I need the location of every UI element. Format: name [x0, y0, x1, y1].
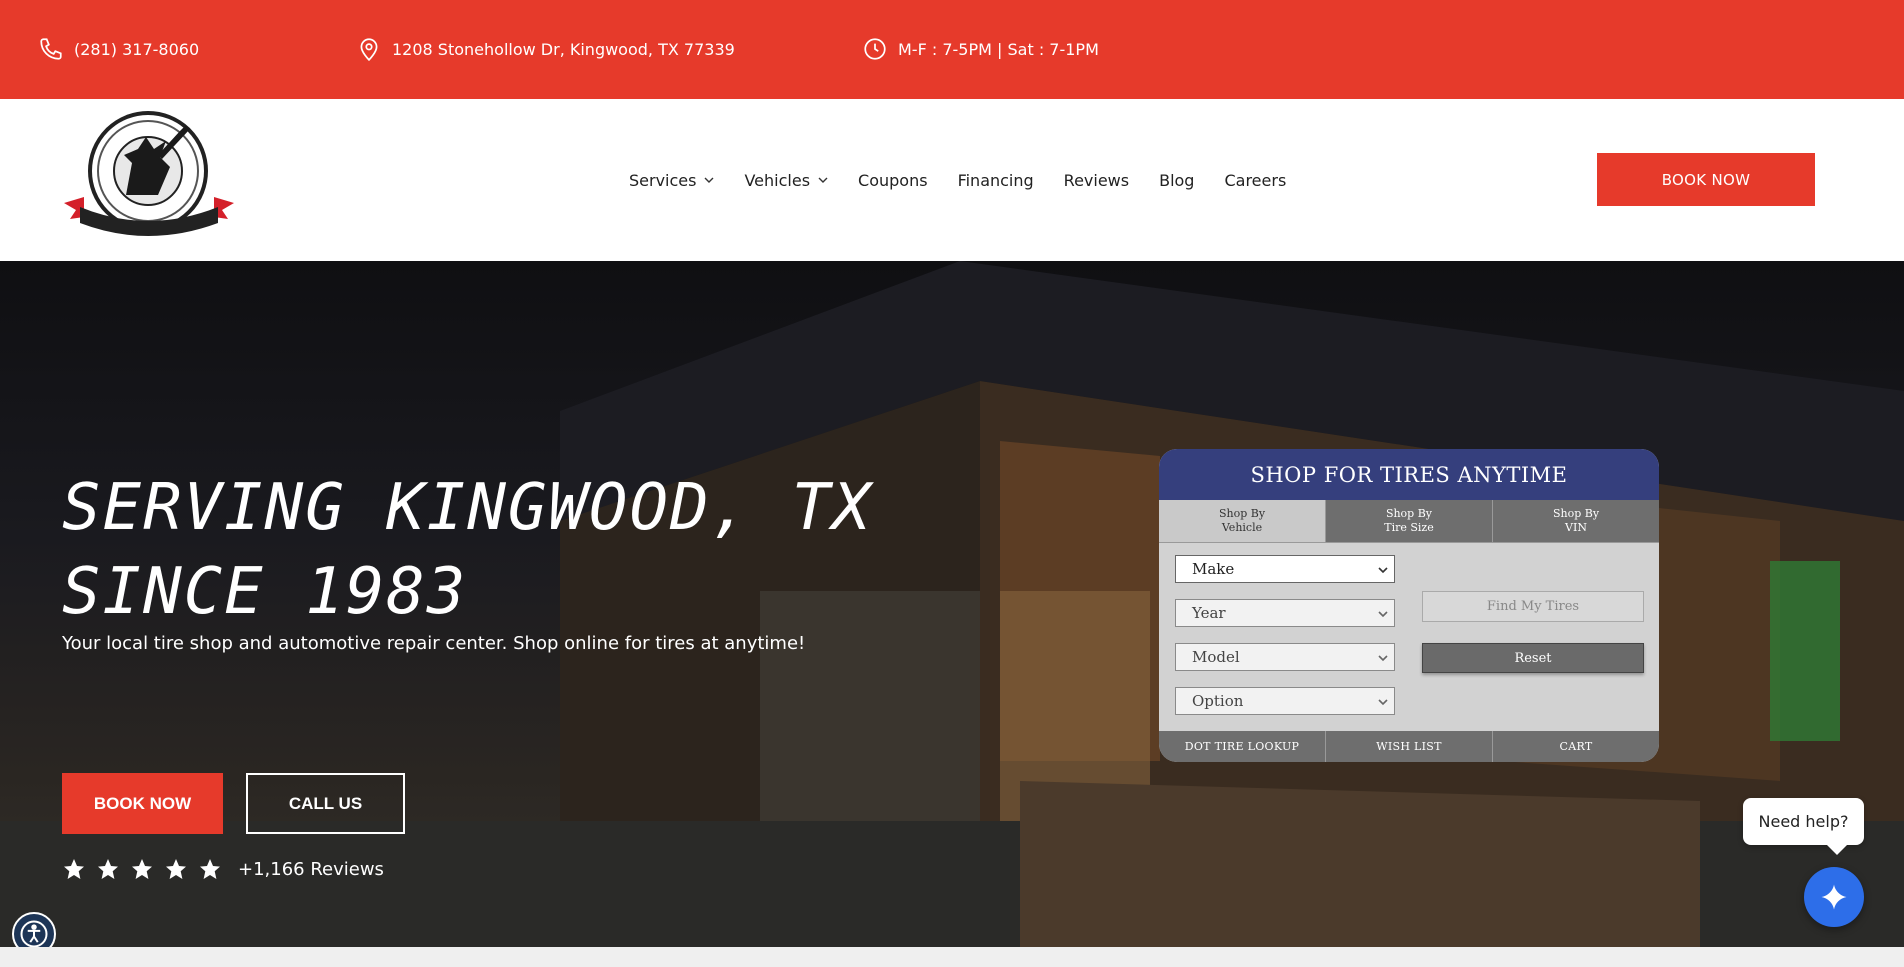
hero-book-now-button[interactable]: BOOK NOW — [62, 773, 223, 834]
hero-title-line-1: SERVING KINGWOOD, TX — [62, 471, 873, 545]
hero-title: SERVING KINGWOOD, TX SINCE 1983 — [62, 466, 962, 634]
chevron-down-icon — [1378, 611, 1388, 618]
nav-services[interactable]: Services — [629, 171, 714, 190]
star-icon — [64, 859, 84, 879]
tab-shop-by-tire-size[interactable]: Shop By Tire Size — [1325, 500, 1492, 542]
chevron-down-icon — [818, 177, 828, 183]
tire-shop-widget: SHOP FOR TIRES ANYTIME Shop By Vehicle Sh… — [1159, 449, 1659, 762]
nav-financing-label: Financing — [957, 170, 1034, 190]
chevron-down-icon — [1378, 699, 1388, 706]
tab-line-2: VIN — [1565, 521, 1587, 534]
tab-line-1: Shop By — [1218, 507, 1266, 520]
star-icon — [98, 859, 118, 879]
phone-info[interactable]: (281) 317-8060 — [38, 36, 199, 62]
reset-button[interactable]: Reset — [1422, 643, 1644, 673]
hero-title-line-2: SINCE 1983 — [62, 555, 468, 629]
wish-list-link[interactable]: WISH LIST — [1325, 731, 1492, 762]
chevron-down-icon — [704, 177, 714, 183]
hero-call-us-button[interactable]: CALL US — [246, 773, 405, 834]
star-icon — [132, 859, 152, 879]
nav-coupons[interactable]: Coupons — [858, 171, 928, 190]
hours-text: M-F : 7-5PM | Sat : 7-1PM — [898, 39, 1099, 59]
need-help-bubble[interactable]: Need help? — [1743, 798, 1864, 855]
model-select[interactable]: Model — [1175, 643, 1395, 671]
tire-widget-footer: DOT TIRE LOOKUP WISH LIST CART — [1159, 731, 1659, 762]
year-select[interactable]: Year — [1175, 599, 1395, 627]
option-select-value: Option — [1192, 692, 1244, 710]
site-header: Services Vehicles Coupons Financing Revi… — [0, 99, 1904, 261]
model-select-value: Model — [1192, 648, 1240, 666]
option-select[interactable]: Option — [1175, 687, 1395, 715]
kingwood-logo[interactable] — [62, 111, 236, 245]
hero-section: SERVING KINGWOOD, TX SINCE 1983 Your loc… — [0, 261, 1904, 947]
nav-reviews[interactable]: Reviews — [1064, 171, 1129, 190]
make-select-value: Make — [1192, 560, 1235, 578]
nav-vehicles[interactable]: Vehicles — [744, 171, 828, 190]
chevron-down-icon — [1378, 655, 1388, 662]
nav-blog-label: Blog — [1159, 170, 1195, 190]
location-pin-icon — [360, 38, 378, 62]
hours-info: M-F : 7-5PM | Sat : 7-1PM — [862, 36, 1099, 62]
nav-careers[interactable]: Careers — [1224, 171, 1286, 190]
cart-link[interactable]: CART — [1492, 731, 1659, 762]
nav-vehicles-label: Vehicles — [744, 170, 811, 190]
tab-line-2: Tire Size — [1384, 521, 1434, 534]
nav-blog[interactable]: Blog — [1159, 171, 1194, 190]
header-book-now-button[interactable]: BOOK NOW — [1597, 153, 1815, 206]
star-icon — [200, 859, 220, 879]
chevron-down-icon — [1378, 567, 1388, 574]
clock-icon — [864, 38, 886, 60]
reviews-count[interactable]: +1,166 Reviews — [238, 859, 384, 880]
nav-services-label: Services — [629, 170, 697, 190]
main-nav: Services Vehicles Coupons Financing Revi… — [629, 99, 1316, 261]
nav-careers-label: Careers — [1224, 170, 1287, 190]
dot-tire-lookup-link[interactable]: DOT TIRE LOOKUP — [1159, 731, 1325, 762]
tire-widget-body: Make Year Model Option Find My Tires Res… — [1159, 543, 1659, 731]
sparkle-icon — [1821, 884, 1847, 910]
nav-coupons-label: Coupons — [858, 170, 928, 190]
tab-line-1: Shop By — [1385, 507, 1433, 520]
nav-reviews-label: Reviews — [1063, 170, 1130, 190]
chat-assistant-button[interactable] — [1804, 867, 1864, 927]
find-my-tires-button[interactable]: Find My Tires — [1422, 591, 1644, 622]
page-bottom-strip — [0, 947, 1904, 967]
address-text: 1208 Stonehollow Dr, Kingwood, TX 77339 — [392, 39, 735, 59]
star-icon — [166, 859, 186, 879]
year-select-value: Year — [1192, 604, 1226, 622]
make-select[interactable]: Make — [1175, 555, 1395, 583]
top-info-bar: (281) 317-8060 1208 Stonehollow Dr, King… — [0, 0, 1904, 99]
rating-stars: +1,166 Reviews — [62, 857, 384, 881]
address-info[interactable]: 1208 Stonehollow Dr, Kingwood, TX 77339 — [356, 36, 735, 62]
tire-widget-tabs: Shop By Vehicle Shop By Tire Size Shop By V… — [1159, 500, 1659, 543]
tab-line-2: Vehicle — [1221, 521, 1263, 534]
tab-shop-by-vin[interactable]: Shop By VIN — [1492, 500, 1659, 542]
tire-widget-title: SHOP FOR TIRES ANYTIME — [1159, 449, 1659, 500]
hero-subtitle: Your local tire shop and automotive repa… — [62, 633, 806, 654]
phone-text: (281) 317-8060 — [74, 39, 200, 59]
accessibility-icon — [20, 920, 48, 948]
tab-shop-by-vehicle[interactable]: Shop By Vehicle — [1159, 500, 1325, 542]
tab-line-1: Shop By — [1552, 507, 1600, 520]
nav-financing[interactable]: Financing — [958, 171, 1034, 190]
phone-icon — [40, 38, 62, 60]
